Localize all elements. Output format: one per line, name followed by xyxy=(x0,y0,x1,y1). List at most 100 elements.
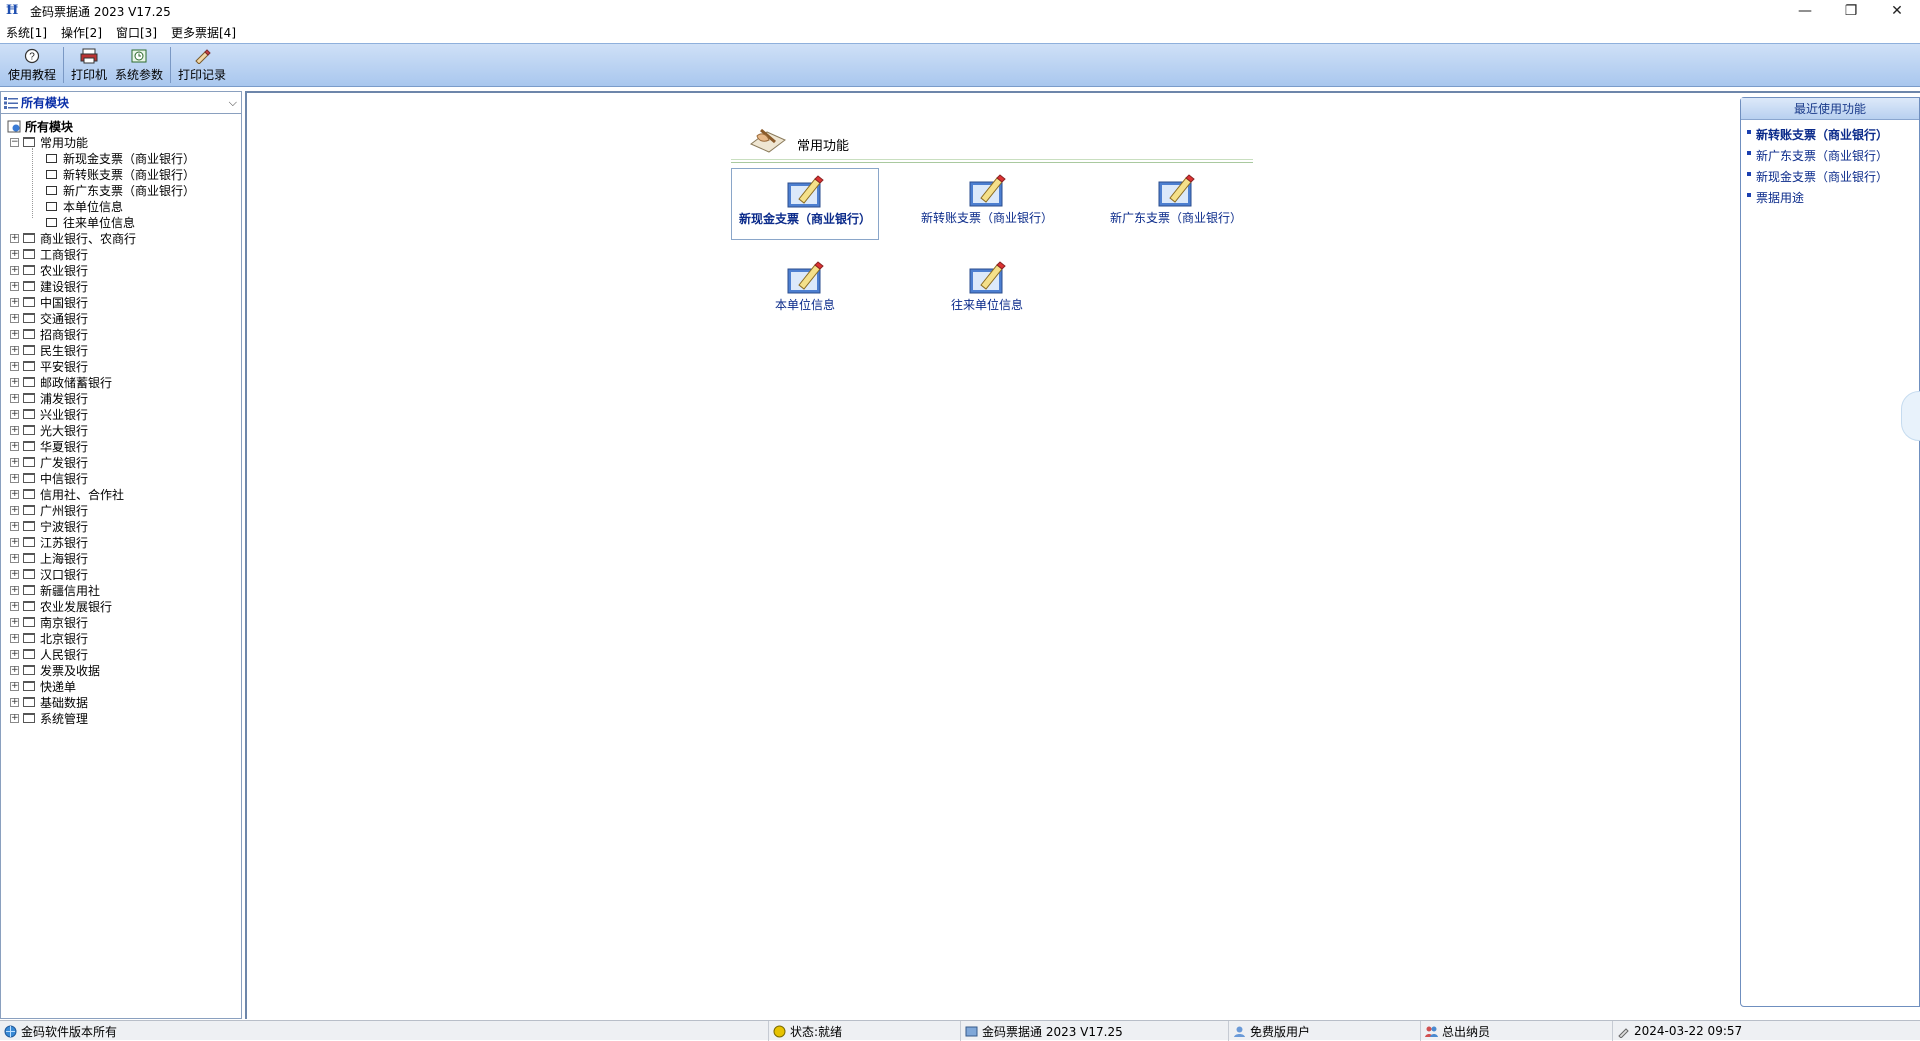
tree-group[interactable]: + 兴业银行 xyxy=(1,406,241,422)
recent-item[interactable]: 新转账支票（商业银行） xyxy=(1747,124,1919,145)
tree-leaf[interactable]: 新转账支票（商业银行） xyxy=(1,166,241,182)
tree-group[interactable]: + 商业银行、农商行 xyxy=(1,230,241,246)
tree-group[interactable]: + 上海银行 xyxy=(1,550,241,566)
tree-group[interactable]: + 工商银行 xyxy=(1,246,241,262)
chevron-down-icon[interactable]: ⌵ xyxy=(229,96,237,110)
tile-new-guangdong-check[interactable]: 新广东支票（商业银行） xyxy=(1092,168,1260,240)
expand-icon[interactable]: + xyxy=(10,553,19,563)
collapse-icon[interactable]: − xyxy=(10,137,19,147)
menu-system[interactable]: 系统[1] xyxy=(6,24,47,41)
tree-group[interactable]: + 人民银行 xyxy=(1,646,241,662)
tree-group[interactable]: + 光大银行 xyxy=(1,422,241,438)
tree-group[interactable]: + 中国银行 xyxy=(1,294,241,310)
expand-icon[interactable]: + xyxy=(10,297,19,307)
restore-button[interactable]: ❐ xyxy=(1828,0,1874,22)
minimize-button[interactable]: — xyxy=(1782,0,1828,22)
tile-new-transfer-check[interactable]: 新转账支票（商业银行） xyxy=(913,168,1061,240)
expand-icon[interactable]: + xyxy=(10,441,19,451)
tree-group-common[interactable]: − 常用功能 xyxy=(1,134,241,150)
tree-group[interactable]: + 新疆信用社 xyxy=(1,582,241,598)
tree-group[interactable]: + 平安银行 xyxy=(1,358,241,374)
tile-partner-unit-info[interactable]: 往来单位信息 xyxy=(913,255,1061,327)
folder-icon xyxy=(23,345,35,355)
expand-icon[interactable]: + xyxy=(10,393,19,403)
expand-icon[interactable]: + xyxy=(10,377,19,387)
tree-group[interactable]: + 江苏银行 xyxy=(1,534,241,550)
expand-icon[interactable]: + xyxy=(10,457,19,467)
tile-new-cash-check[interactable]: 新现金支票（商业银行） xyxy=(731,168,879,240)
print-log-button[interactable]: 打印记录 xyxy=(174,45,230,85)
expand-icon[interactable]: + xyxy=(10,249,19,259)
tree-group[interactable]: + 浦发银行 xyxy=(1,390,241,406)
menu-more-bills[interactable]: 更多票据[4] xyxy=(171,24,236,41)
expand-icon[interactable]: + xyxy=(10,425,19,435)
tree-group[interactable]: + 建设银行 xyxy=(1,278,241,294)
tree-group[interactable]: + 南京银行 xyxy=(1,614,241,630)
expand-icon[interactable]: + xyxy=(10,265,19,275)
expand-icon[interactable]: + xyxy=(10,313,19,323)
tree-group[interactable]: + 快递单 xyxy=(1,678,241,694)
expand-icon[interactable]: + xyxy=(10,633,19,643)
expand-icon[interactable]: + xyxy=(10,601,19,611)
expand-icon[interactable]: + xyxy=(10,697,19,707)
tree-group[interactable]: + 邮政储蓄银行 xyxy=(1,374,241,390)
tree-group[interactable]: + 广发银行 xyxy=(1,454,241,470)
tree-group[interactable]: + 华夏银行 xyxy=(1,438,241,454)
expand-icon[interactable]: + xyxy=(10,489,19,499)
recent-item[interactable]: 新现金支票（商业银行） xyxy=(1747,166,1919,187)
tree-group[interactable]: + 民生银行 xyxy=(1,342,241,358)
section-divider xyxy=(731,159,1253,163)
expand-icon[interactable]: + xyxy=(10,409,19,419)
tree-group-label: 光大银行 xyxy=(40,423,89,438)
tree-group[interactable]: + 汉口银行 xyxy=(1,566,241,582)
tree-group[interactable]: + 发票及收据 xyxy=(1,662,241,678)
expand-icon[interactable]: + xyxy=(10,569,19,579)
expand-icon[interactable]: + xyxy=(10,713,19,723)
tree-group-label: 北京银行 xyxy=(40,631,89,646)
tree-group[interactable]: + 宁波银行 xyxy=(1,518,241,534)
expand-icon[interactable]: + xyxy=(10,585,19,595)
tile-label: 往来单位信息 xyxy=(950,298,1023,312)
menu-window[interactable]: 窗口[3] xyxy=(116,24,157,41)
tree-group[interactable]: + 农业银行 xyxy=(1,262,241,278)
close-button[interactable]: ✕ xyxy=(1874,0,1920,22)
tree-group[interactable]: + 北京银行 xyxy=(1,630,241,646)
clock-edit-icon xyxy=(1618,1027,1629,1038)
expand-icon[interactable]: + xyxy=(10,329,19,339)
tree-group[interactable]: + 交通银行 xyxy=(1,310,241,326)
printer-button[interactable]: 打印机 xyxy=(67,45,111,85)
tree-group[interactable]: + 信用社、合作社 xyxy=(1,486,241,502)
tree-group[interactable]: + 招商银行 xyxy=(1,326,241,342)
expand-icon[interactable]: + xyxy=(10,281,19,291)
tree-group[interactable]: + 农业发展银行 xyxy=(1,598,241,614)
tree-leaf[interactable]: 往来单位信息 xyxy=(1,214,241,230)
tile-own-unit-info[interactable]: 本单位信息 xyxy=(731,255,879,327)
tutorial-button[interactable]: ? 使用教程 xyxy=(4,45,60,85)
floating-edge-button[interactable] xyxy=(1901,391,1920,441)
expand-icon[interactable]: + xyxy=(10,681,19,691)
expand-icon[interactable]: + xyxy=(10,537,19,547)
expand-icon[interactable]: + xyxy=(10,617,19,627)
menu-operation[interactable]: 操作[2] xyxy=(61,24,102,41)
expand-icon[interactable]: + xyxy=(10,233,19,243)
recent-item[interactable]: 新广东支票（商业银行） xyxy=(1747,145,1919,166)
expand-icon[interactable]: + xyxy=(10,521,19,531)
expand-icon[interactable]: + xyxy=(10,665,19,675)
tree-group[interactable]: + 广州银行 xyxy=(1,502,241,518)
tree-leaf[interactable]: 本单位信息 xyxy=(1,198,241,214)
tree-group[interactable]: + 系统管理 xyxy=(1,710,241,726)
tree-group[interactable]: + 中信银行 xyxy=(1,470,241,486)
expand-icon[interactable]: + xyxy=(10,345,19,355)
expand-icon[interactable]: + xyxy=(10,361,19,371)
user-type-text: 免费版用户 xyxy=(1250,1024,1311,1039)
tree-root[interactable]: 所有模块 xyxy=(1,118,241,134)
expand-icon[interactable]: + xyxy=(10,505,19,515)
tree-group[interactable]: + 基础数据 xyxy=(1,694,241,710)
tree-leaf[interactable]: 新广东支票（商业银行） xyxy=(1,182,241,198)
system-params-button[interactable]: 系统参数 xyxy=(111,45,167,85)
expand-icon[interactable]: + xyxy=(10,649,19,659)
expand-icon[interactable]: + xyxy=(10,473,19,483)
tree-leaf[interactable]: 新现金支票（商业银行） xyxy=(1,150,241,166)
recent-item[interactable]: 票据用途 xyxy=(1747,187,1919,208)
module-select[interactable]: 所有模块 ⌵ xyxy=(1,92,241,114)
